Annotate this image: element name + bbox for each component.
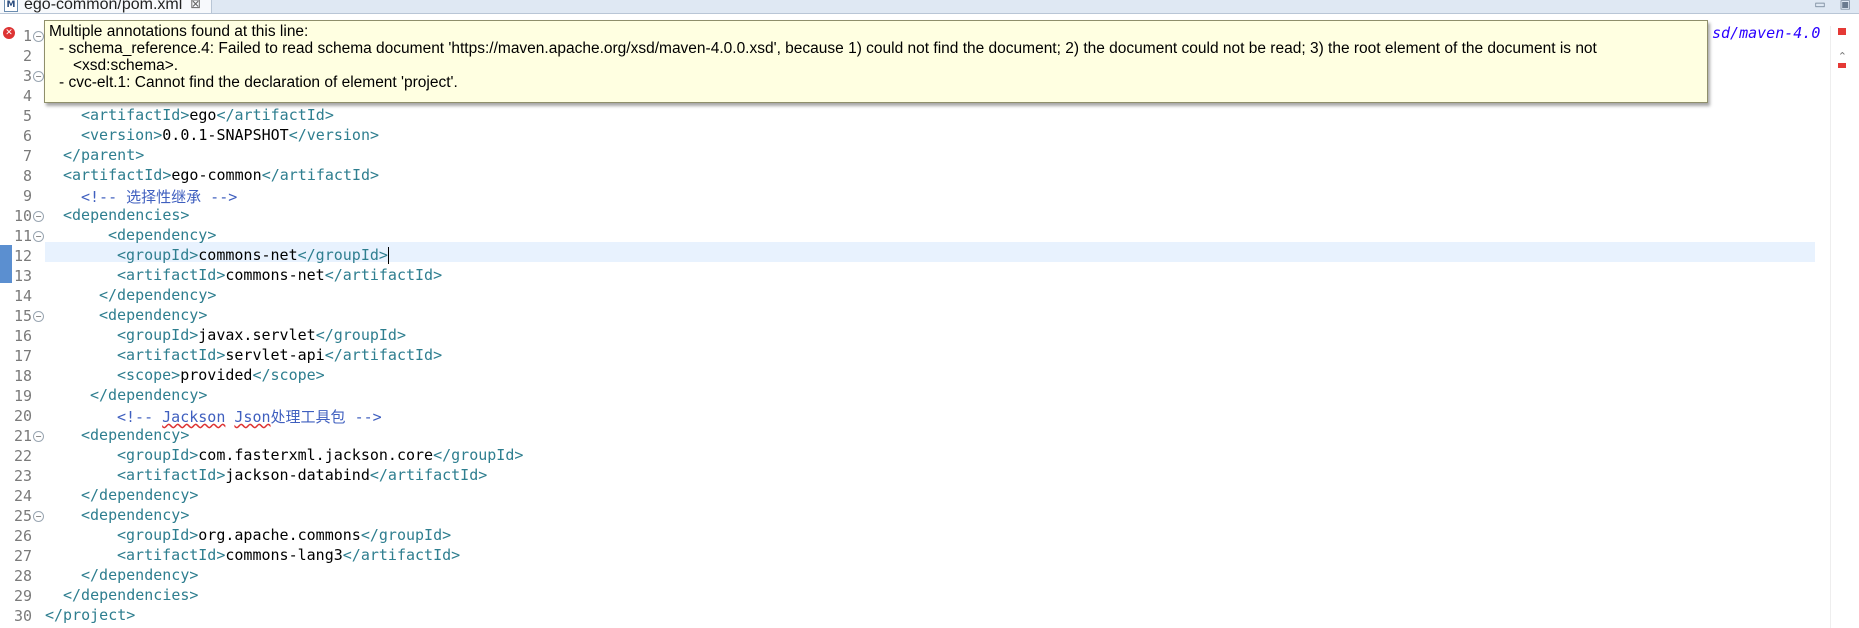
code-line-28: </dependency> (81, 566, 199, 584)
code-line-25: <dependency> (81, 506, 190, 524)
close-tab-icon[interactable]: ⊠ (190, 0, 201, 12)
code-line-5: <artifactId>ego</artifactId> (81, 106, 334, 124)
code-line-12: <groupId>commons-net</groupId> (117, 246, 389, 264)
code-line-7: </parent> (63, 146, 145, 164)
line-number: 25 (13, 507, 32, 525)
code-line-30: </project> (45, 606, 136, 624)
tooltip-error-2: - cvc-elt.1: Cannot find the declaration… (59, 74, 458, 91)
code-line-19: </dependency> (90, 386, 208, 404)
code-line-26: <groupId>org.apache.commons</groupId> (117, 526, 452, 544)
code-line-14: </dependency> (99, 286, 217, 304)
text-caret (387, 247, 389, 264)
line-number: 15 (13, 307, 32, 325)
occurrence-marker (0, 245, 12, 283)
maven-pom-file-icon: M (4, 0, 18, 12)
maximize-icon[interactable]: ▣ (1840, 0, 1851, 11)
line-number-ruler: 1 2 3 4 5 6 7 8 9 10 11 12 13 14 15 16 1… (0, 26, 42, 628)
code-line-11: <dependency> (108, 226, 217, 244)
code-line-27: <artifactId>commons-lang3</artifactId> (117, 546, 461, 564)
code-line-8: <artifactId>ego-common</artifactId> (63, 166, 380, 184)
line-number: 16 (13, 327, 32, 345)
fold-toggle-icon[interactable]: − (33, 211, 44, 222)
code-line-10: <dependencies> (63, 206, 190, 224)
line-number: 22 (13, 447, 32, 465)
fold-toggle-icon[interactable]: − (33, 31, 44, 42)
line-number: 23 (13, 467, 32, 485)
fold-toggle-icon[interactable]: − (33, 231, 44, 242)
line-number: 26 (13, 527, 32, 545)
tooltip-error-1-cont: <xsd:schema>. (73, 57, 179, 74)
error-overview-marker[interactable] (1838, 63, 1846, 68)
fold-toggle-icon[interactable]: − (33, 511, 44, 522)
overview-ruler[interactable]: ⌃ (1830, 26, 1859, 628)
fold-toggle-icon[interactable]: − (33, 311, 44, 322)
code-line-23: <artifactId>jackson-databind</artifactId… (117, 466, 488, 484)
line-number: 8 (22, 167, 32, 185)
line-number: 3 (22, 67, 32, 85)
error-overview-marker[interactable] (1838, 28, 1846, 35)
annotation-tooltip: Multiple annotations found at this line:… (44, 20, 1708, 103)
code-line-21: <dependency> (81, 426, 190, 444)
tab-title: ego-common/pom.xml (24, 0, 183, 13)
line-number: 29 (13, 587, 32, 605)
editor-tab-bar: M ego-common/pom.xml ⊠ ▭ ▣ (0, 0, 1859, 14)
tooltip-error-1: - schema_reference.4: Failed to read sch… (59, 40, 1597, 57)
line-number: 10 (13, 207, 32, 225)
line-number: 6 (22, 127, 32, 145)
fold-toggle-icon[interactable]: − (33, 71, 44, 82)
error-marker-icon[interactable]: ✕ (3, 27, 15, 39)
window-controls: ▭ ▣ (1814, 0, 1851, 11)
code-line-22: <groupId>com.fasterxml.jackson.core</gro… (117, 446, 524, 464)
code-line-18: <scope>provided</scope> (117, 366, 325, 384)
line-number: 9 (22, 187, 32, 205)
line-number: 7 (22, 147, 32, 165)
code-line-13: <artifactId>commons-net</artifactId> (117, 266, 443, 284)
line-number: 19 (13, 387, 32, 405)
line-number: 2 (22, 47, 32, 65)
minimize-icon[interactable]: ▭ (1814, 0, 1825, 11)
code-line-17: <artifactId>servlet-api</artifactId> (117, 346, 443, 364)
tooltip-heading: Multiple annotations found at this line: (49, 23, 309, 40)
line-number: 14 (13, 287, 32, 305)
line-number: 18 (13, 367, 32, 385)
line-number: 27 (13, 547, 32, 565)
scroll-up-icon[interactable]: ⌃ (1838, 50, 1847, 63)
line-number: 4 (22, 87, 32, 105)
editor-tab[interactable]: M ego-common/pom.xml ⊠ (0, 0, 213, 13)
code-line-15: <dependency> (99, 306, 208, 324)
line-number: 24 (13, 487, 32, 505)
fold-toggle-icon[interactable]: − (33, 431, 44, 442)
code-line-16: <groupId>javax.servlet</groupId> (117, 326, 406, 344)
line-number: 21 (13, 427, 32, 445)
code-line-6: <version>0.0.1-SNAPSHOT</version> (81, 126, 380, 144)
code-line-9: <!-- 选择性继承 --> (81, 188, 238, 206)
line-number: 17 (13, 347, 32, 365)
line-number: 30 (13, 607, 32, 625)
code-editor[interactable]: <artifactId>ego</artifactId> <version>0.… (45, 26, 1815, 628)
line-number: 5 (22, 107, 32, 125)
code-line-29: </dependencies> (63, 586, 199, 604)
code-line-24: </dependency> (81, 486, 199, 504)
line-number: 28 (13, 567, 32, 585)
code-line-20: <!-- Jackson Json处理工具包 --> (117, 408, 382, 426)
line-number: 11 (13, 227, 32, 245)
line1-overflow-text: sd/maven-4.0 (1712, 24, 1821, 42)
line-number: 20 (13, 407, 32, 425)
